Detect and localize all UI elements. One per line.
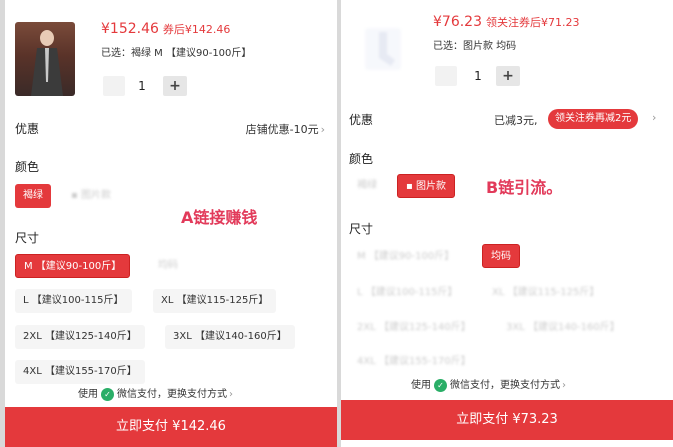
price: ¥152.46 券后¥142.46	[101, 21, 230, 37]
promo-row[interactable]: 店铺优惠-10元 ›	[246, 121, 325, 137]
coat-figure-icon	[31, 30, 63, 96]
chevron-right-icon: ›	[652, 111, 657, 124]
promo-label: 优惠	[15, 122, 40, 136]
pay-method-row[interactable]: 使用 ✓ 微信支付，更换支付方式 ›	[411, 376, 566, 392]
product-thumbnail	[365, 28, 401, 70]
qty-minus-button[interactable]	[435, 66, 457, 86]
size-option-m[interactable]: M 【建议90-100斤】	[349, 245, 462, 269]
color-option-hulv[interactable]: 褐绿	[15, 184, 51, 208]
price-value: ¥152.46	[101, 21, 159, 37]
product-thumbnail	[15, 22, 75, 96]
pay-prefix: 使用	[411, 380, 431, 391]
size-option-m[interactable]: M 【建议90-100斤】	[15, 254, 131, 278]
promo-label: 优惠	[349, 113, 374, 127]
size-option-3xl[interactable]: 3XL 【建议140-160斤】	[498, 316, 628, 340]
color-option-picture-label: 图片款	[80, 190, 111, 201]
pay-now-button[interactable]: 立即支付 ¥142.46	[5, 407, 337, 447]
sku-panel-a: ¥152.46 券后¥142.46 已选：褐绿 M 【建议90-100斤】 1 +…	[5, 0, 337, 447]
qty-plus-button[interactable]: +	[163, 76, 187, 96]
chevron-right-icon: ›	[320, 123, 325, 136]
size-option-onesize[interactable]: 均码	[482, 244, 520, 268]
size-label: 尺寸	[349, 222, 374, 236]
price-after-coupon: 领关注券后¥71.23	[486, 16, 580, 29]
sku-panel-b: ¥76.23 领关注券后¥71.23 已选：图片款 均码 1 + 优惠 已减3元,…	[341, 0, 673, 447]
chevron-right-icon: ›	[229, 389, 233, 400]
pay-method-label: 微信支付，更换支付方式	[117, 389, 227, 400]
color-option-picture-label: 图片款	[415, 181, 446, 192]
price-value: ¥76.23	[433, 14, 482, 30]
selected-sku: 已选：图片款 均码	[433, 41, 517, 52]
image-icon: ▪	[71, 190, 78, 201]
size-option-3xl[interactable]: 3XL 【建议140-160斤】	[165, 325, 295, 349]
pay-method-label: 微信支付，更换支付方式	[450, 380, 560, 391]
size-option-4xl[interactable]: 4XL 【建议155-170斤】	[15, 360, 145, 384]
sock-icon	[379, 32, 395, 66]
pay-method-row[interactable]: 使用 ✓ 微信支付，更换支付方式 ›	[78, 385, 233, 401]
follow-coupon-button[interactable]: 领关注券再减2元	[548, 109, 639, 129]
chevron-right-icon: ›	[562, 380, 566, 391]
annotation-b: B链引流。	[486, 178, 563, 197]
size-option-l[interactable]: L 【建议100-115斤】	[15, 289, 132, 313]
color-label: 颜色	[349, 152, 374, 166]
qty-value[interactable]: 1	[468, 66, 488, 86]
size-option-2xl[interactable]: 2XL 【建议125-140斤】	[349, 316, 479, 340]
selected-sku: 已选：褐绿 M 【建议90-100斤】	[101, 48, 252, 59]
wechat-icon: ✓	[101, 387, 114, 401]
annotation-a: A链接赚钱	[181, 208, 258, 227]
size-option-l[interactable]: L 【建议100-115斤】	[349, 281, 466, 305]
color-option-picture[interactable]: ▪ 图片款	[63, 184, 119, 208]
size-option-xl[interactable]: XL 【建议115-125斤】	[153, 289, 277, 313]
pay-now-button[interactable]: 立即支付 ¥73.23	[341, 400, 673, 440]
size-label: 尺寸	[15, 231, 40, 245]
size-option-xl[interactable]: XL 【建议115-125斤】	[484, 281, 607, 305]
qty-minus-button[interactable]	[103, 76, 125, 96]
pay-prefix: 使用	[78, 389, 98, 400]
promo-value: 店铺优惠-10元	[245, 123, 319, 136]
size-option-4xl[interactable]: 4XL 【建议155-170斤】	[349, 350, 479, 374]
size-option-2xl[interactable]: 2XL 【建议125-140斤】	[15, 325, 145, 349]
price-after-coupon: 券后¥142.46	[162, 23, 231, 36]
color-option-picture[interactable]: ▪ 图片款	[397, 174, 455, 198]
image-icon: ▪	[406, 181, 413, 192]
wechat-icon: ✓	[434, 378, 447, 392]
size-option-onesize[interactable]: 均码	[150, 254, 186, 278]
color-option-hulv[interactable]: 褐绿	[349, 174, 385, 198]
price: ¥76.23 领关注券后¥71.23	[433, 14, 580, 30]
qty-plus-button[interactable]: +	[496, 66, 520, 86]
qty-value[interactable]: 1	[132, 76, 152, 96]
promo-value: 已减3元,	[494, 114, 538, 127]
color-label: 颜色	[15, 160, 40, 174]
